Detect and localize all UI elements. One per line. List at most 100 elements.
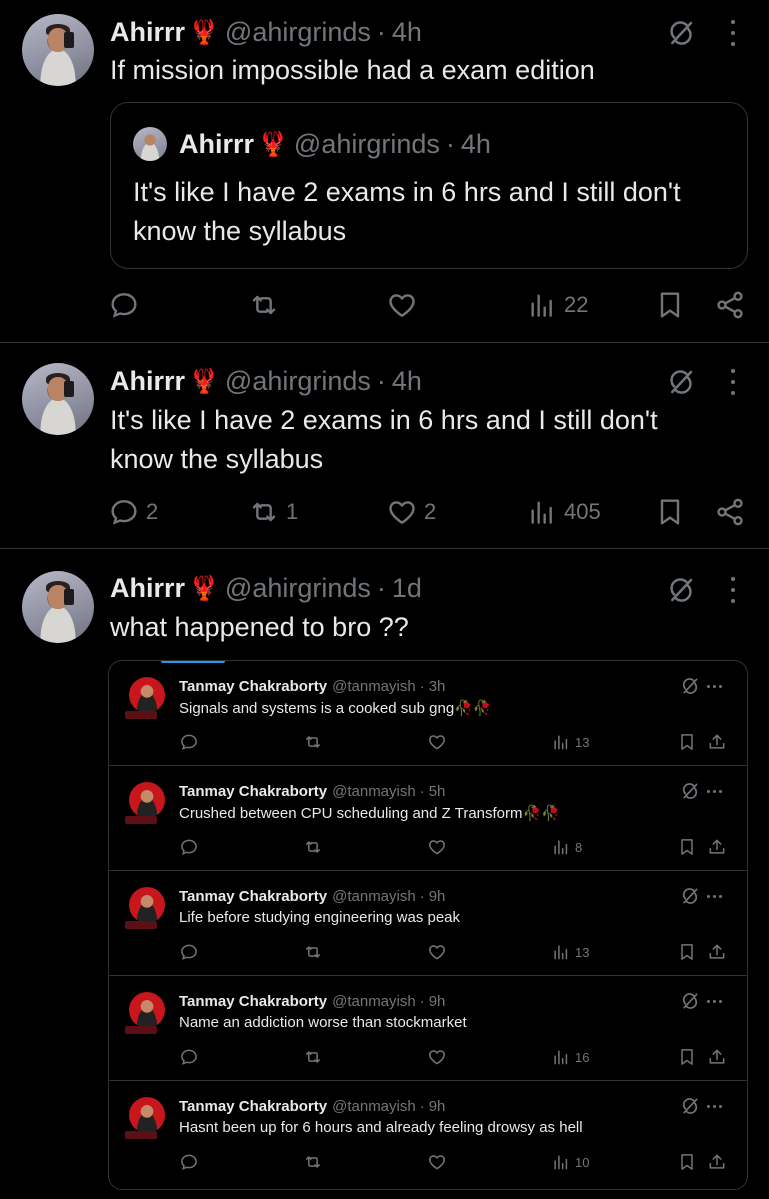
separator: · <box>445 128 455 159</box>
embedded-post: Tanmay Chakraborty @tanmayish · 5h Crush… <box>109 766 747 871</box>
avatar <box>125 992 165 1034</box>
lobster-emoji: 🦞 <box>189 18 219 46</box>
author-handle: @tanmayish <box>332 887 416 905</box>
heart-icon <box>427 1046 447 1068</box>
reply-count: 2 <box>146 499 159 524</box>
like-button[interactable]: 2 <box>386 492 436 532</box>
views-icon <box>526 289 558 321</box>
grok-icon <box>680 886 700 906</box>
lobster-emoji: 🦞 <box>189 367 219 395</box>
post-text: Crushed between CPU scheduling and Z Tra… <box>179 805 523 822</box>
author-handle[interactable]: @ahirgrinds <box>225 17 371 48</box>
view-count: 13 <box>575 944 590 960</box>
more-icon[interactable] <box>728 369 738 395</box>
separator: · <box>419 887 425 905</box>
author-handle: @tanmayish <box>332 677 416 695</box>
views-icon: 13 <box>551 941 589 963</box>
author-handle[interactable]: @ahirgrinds <box>225 366 371 397</box>
author-name: Tanmay Chakraborty <box>179 677 328 695</box>
repost-icon <box>248 496 280 528</box>
timestamp: 9h <box>428 887 446 905</box>
avatar[interactable] <box>22 363 94 435</box>
embedded-post-header: Tanmay Chakraborty @tanmayish · 9h <box>179 1095 445 1117</box>
quoted-tweet[interactable]: Ahirrr 🦞 @ahirgrinds · 4h It's like I ha… <box>110 102 748 269</box>
repost-icon <box>303 1151 323 1173</box>
post-text: Life before studying engineering was pea… <box>179 909 461 926</box>
tweet[interactable]: Ahirrr 🦞 @ahirgrinds · 4h If mission imp… <box>0 0 769 343</box>
grok-icon[interactable] <box>666 367 696 397</box>
repost-icon <box>303 731 323 753</box>
reply-button[interactable]: 2 <box>108 492 158 532</box>
more-icon[interactable] <box>728 20 738 46</box>
author-name[interactable]: Ahirrr <box>110 17 185 48</box>
embedded-screenshot[interactable]: Tanmay Chakraborty @tanmayish · 3h Signa… <box>108 660 748 1190</box>
heart-icon <box>427 836 447 858</box>
view-count: 8 <box>575 839 583 855</box>
embedded-post: Tanmay Chakraborty @tanmayish · 9h Name … <box>109 976 747 1081</box>
share-icon <box>714 496 746 528</box>
embedded-post: Tanmay Chakraborty @tanmayish · 9h Hasnt… <box>109 1081 748 1186</box>
views-button[interactable]: 405 <box>526 492 601 532</box>
author-name: Tanmay Chakraborty <box>179 992 328 1010</box>
timestamp: 3h <box>428 677 446 695</box>
author-handle[interactable]: @ahirgrinds <box>225 573 371 604</box>
views-icon: 8 <box>551 836 582 858</box>
share-button[interactable] <box>714 285 746 325</box>
author-name[interactable]: Ahirrr <box>110 573 185 604</box>
timestamp: 9h <box>428 1097 446 1115</box>
quote-text: It's like I have 2 exams in 6 hrs and I … <box>133 177 681 246</box>
quote-avatar <box>133 127 167 161</box>
grok-icon[interactable] <box>666 18 696 48</box>
wilted-rose-emoji: 🥀🥀 <box>522 805 560 822</box>
upload-icon <box>707 731 727 753</box>
quote-timestamp: 4h <box>460 128 491 159</box>
upload-icon <box>707 836 727 858</box>
author-name[interactable]: Ahirrr <box>110 366 185 397</box>
timestamp: 9h <box>428 992 446 1010</box>
embedded-post: Tanmay Chakraborty @tanmayish · 3h Signa… <box>109 661 747 766</box>
repost-button[interactable]: 1 <box>248 492 298 532</box>
share-button[interactable] <box>714 492 746 532</box>
more-icon <box>707 685 722 688</box>
grok-icon[interactable] <box>666 575 696 605</box>
reply-icon <box>179 1151 199 1173</box>
bookmark-icon <box>654 289 686 321</box>
view-count: 10 <box>575 1154 590 1170</box>
post-text: Name an addiction worse than stockmarket <box>179 1014 467 1031</box>
avatar[interactable] <box>22 571 94 643</box>
bookmark-icon <box>677 836 697 858</box>
action-bar: 22 <box>108 285 748 325</box>
repost-button[interactable] <box>248 285 286 325</box>
reply-button[interactable] <box>108 285 146 325</box>
views-button[interactable]: 22 <box>526 285 588 325</box>
bookmark-icon <box>654 496 686 528</box>
bookmark-button[interactable] <box>654 285 686 325</box>
like-button[interactable] <box>386 285 424 325</box>
grok-icon <box>680 991 700 1011</box>
bookmark-icon <box>677 1046 697 1068</box>
embedded-post-text: Life before studying engineering was pea… <box>179 909 460 926</box>
heart-icon <box>386 289 418 321</box>
separator: · <box>376 16 386 47</box>
action-bar: 2 1 2 405 <box>108 492 748 532</box>
view-count: 13 <box>575 734 590 750</box>
view-count: 22 <box>564 292 589 317</box>
lobster-emoji: 🦞 <box>258 130 288 158</box>
avatar[interactable] <box>22 14 94 86</box>
more-icon <box>707 1000 722 1003</box>
grok-icon <box>680 1096 700 1116</box>
timestamp[interactable]: 4h <box>392 17 422 48</box>
timestamp[interactable]: 4h <box>392 366 422 397</box>
tweet[interactable]: Ahirrr 🦞 @ahirgrinds · 4h It's like I ha… <box>0 343 769 549</box>
post-text: Hasnt been up for 6 hours and already fe… <box>179 1119 583 1136</box>
embedded-post-text: Crushed between CPU scheduling and Z Tra… <box>179 804 560 822</box>
author-handle: @tanmayish <box>332 1097 416 1115</box>
views-icon: 13 <box>551 731 589 753</box>
more-icon[interactable] <box>728 577 738 603</box>
bookmark-button[interactable] <box>654 492 686 532</box>
timestamp[interactable]: 1d <box>392 573 422 604</box>
heart-icon <box>427 1151 447 1173</box>
avatar <box>125 887 165 929</box>
upload-icon <box>707 1151 727 1173</box>
author-name: Tanmay Chakraborty <box>179 1097 328 1115</box>
